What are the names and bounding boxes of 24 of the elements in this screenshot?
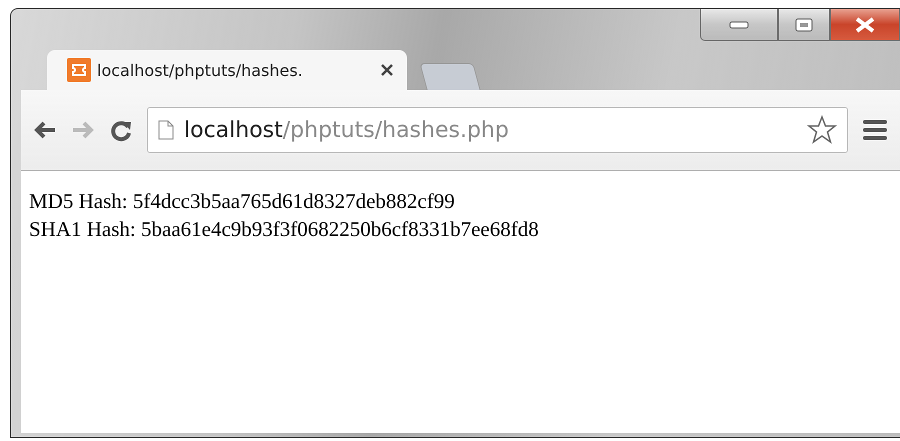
app-logo-icon xyxy=(67,58,91,82)
close-button[interactable] xyxy=(830,9,900,41)
browser-tab[interactable]: localhost/phptuts/hashes. xyxy=(47,50,407,90)
menu-button[interactable] xyxy=(862,118,888,142)
hash-line: MD5 Hash: 5f4dcc3b5aa765d61d8327deb882cf99 xyxy=(29,188,456,215)
maximize-icon xyxy=(795,18,813,32)
minimize-button[interactable] xyxy=(700,9,778,41)
reload-icon xyxy=(109,118,133,142)
menu-icon xyxy=(862,118,888,142)
reload-button[interactable] xyxy=(109,118,133,142)
tab-title: localhost/phptuts/hashes. xyxy=(97,60,304,80)
minimize-icon xyxy=(729,20,749,28)
star-icon[interactable] xyxy=(807,115,837,145)
forward-arrow-icon xyxy=(71,120,95,140)
back-arrow-icon xyxy=(33,120,57,140)
maximize-button[interactable] xyxy=(778,9,830,41)
hash-line: SHA1 Hash: 5baa61e4c9b93f3f0682250b6cf8331b7ee68fd8 xyxy=(29,216,540,243)
page-icon xyxy=(158,120,174,140)
close-icon[interactable] xyxy=(381,64,393,76)
url-path: /phptuts/hashes.php xyxy=(282,118,510,142)
back-button[interactable] xyxy=(33,120,57,140)
address-bar[interactable]: localhost/phptuts/hashes.php xyxy=(147,107,848,153)
url-host: localhost xyxy=(184,118,283,142)
close-icon xyxy=(854,16,876,32)
